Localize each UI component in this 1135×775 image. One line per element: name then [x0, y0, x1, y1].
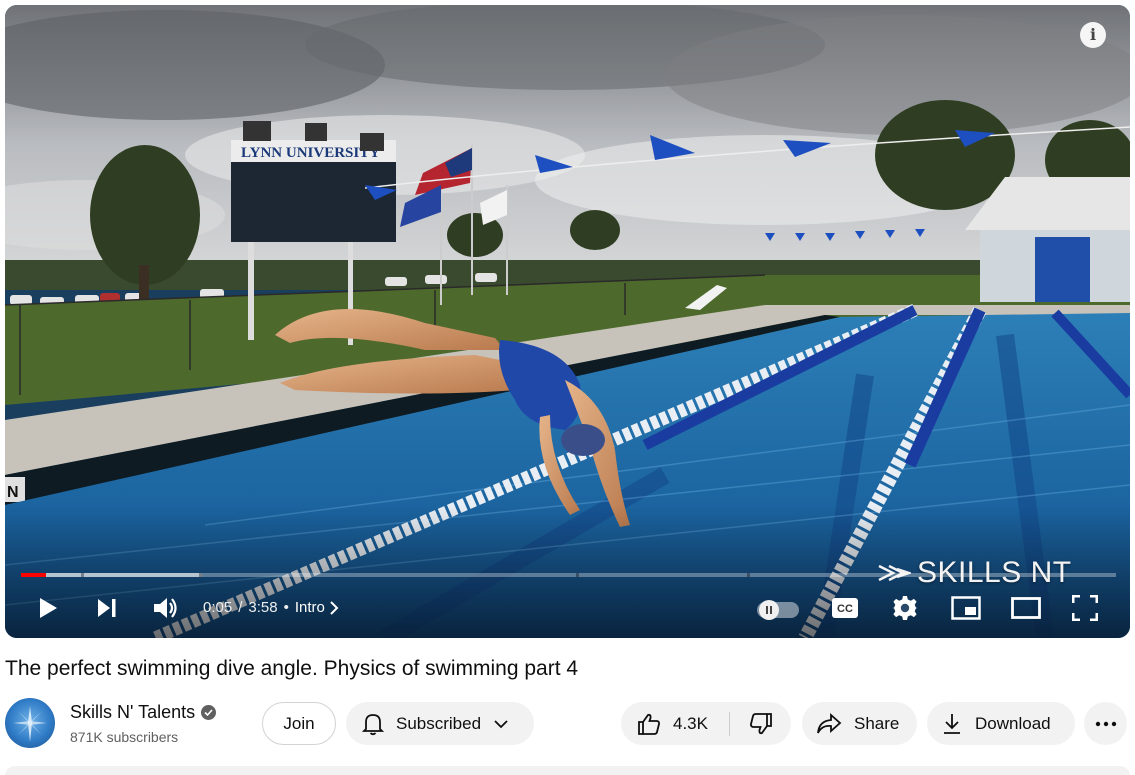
subscribed-label: Subscribed [396, 713, 482, 733]
miniplayer-icon [951, 596, 981, 620]
progress-played [21, 573, 47, 577]
time-separator: / [238, 599, 243, 616]
chapter-marker [81, 573, 84, 577]
channel-name[interactable]: Skills N' Talents [70, 702, 217, 723]
more-actions-button[interactable] [1084, 702, 1127, 745]
lane-marker: N [7, 484, 19, 501]
like-dislike-group: 4.3K [621, 702, 791, 745]
cc-icon: CC [832, 598, 858, 618]
download-button[interactable]: Download [927, 702, 1075, 745]
more-icon [1095, 721, 1116, 726]
play-button[interactable] [31, 583, 65, 633]
channel-name-text: Skills N' Talents [70, 702, 196, 722]
chapter-button[interactable]: Intro [295, 599, 339, 616]
fullscreen-icon [1072, 595, 1098, 621]
video-title: The perfect swimming dive angle. Physics… [5, 657, 579, 680]
video-frame[interactable]: LYNN UNIVERSITY N [5, 5, 1130, 638]
volume-button[interactable] [149, 583, 183, 633]
next-icon [98, 599, 116, 617]
theater-mode-button[interactable] [1009, 583, 1043, 633]
next-button[interactable] [91, 583, 123, 633]
settings-button[interactable] [889, 583, 921, 633]
like-count: 4.3K [673, 713, 708, 733]
chevron-right-icon [330, 600, 339, 615]
subscriber-count: 871K subscribers [70, 729, 179, 745]
share-label: Share [854, 713, 900, 733]
chapter-bullet: • [283, 599, 289, 616]
info-icon[interactable]: i [1080, 22, 1106, 48]
download-icon [944, 713, 960, 734]
chapter-marker [576, 573, 579, 577]
description-box[interactable] [5, 766, 1130, 775]
theater-icon [1011, 597, 1041, 619]
owner-row: Skills N' Talents 871K subscribers Join … [5, 698, 1130, 748]
pause-icon [759, 600, 779, 620]
chevron-down-icon [494, 719, 508, 728]
join-button[interactable]: Join [262, 702, 336, 745]
cc-label: CC [837, 603, 853, 615]
download-label: Download [975, 713, 1051, 733]
share-icon [817, 712, 842, 733]
verified-icon [201, 705, 217, 720]
autoplay-toggle[interactable] [757, 600, 799, 620]
join-label: Join [283, 713, 315, 733]
fullscreen-button[interactable] [1069, 583, 1101, 633]
captions-button[interactable]: CC [829, 583, 861, 633]
progress-bar[interactable] [21, 573, 1116, 577]
play-icon [40, 598, 57, 618]
thumbs-down-icon [749, 712, 772, 734]
scoreboard-text: LYNN UNIVERSITY [241, 145, 380, 161]
avatar-image [13, 706, 47, 742]
time-display: 0:05 / 3:58 • Intro [203, 599, 339, 616]
channel-avatar[interactable] [5, 698, 55, 748]
thumbs-up-icon [638, 713, 660, 735]
chapter-title: Intro [294, 599, 325, 616]
chapter-marker [747, 573, 750, 577]
chapter-marker [199, 573, 202, 577]
player-controls: 0:05 / 3:58 • Intro CC [5, 583, 1130, 633]
subscribed-button[interactable]: Subscribed [346, 702, 534, 745]
bell-icon [362, 713, 384, 735]
dislike-button[interactable] [730, 702, 791, 745]
progress-loaded [21, 573, 202, 577]
volume-icon [154, 598, 177, 618]
time-current: 0:05 [203, 599, 233, 616]
gear-icon [892, 596, 918, 620]
video-player[interactable]: LYNN UNIVERSITY N i SKILLS NT 0:05 / 3:5… [5, 5, 1130, 638]
like-button[interactable]: 4.3K [621, 702, 729, 745]
time-total: 3:58 [248, 599, 278, 616]
share-button[interactable]: Share [802, 702, 917, 745]
miniplayer-button[interactable] [949, 583, 983, 633]
